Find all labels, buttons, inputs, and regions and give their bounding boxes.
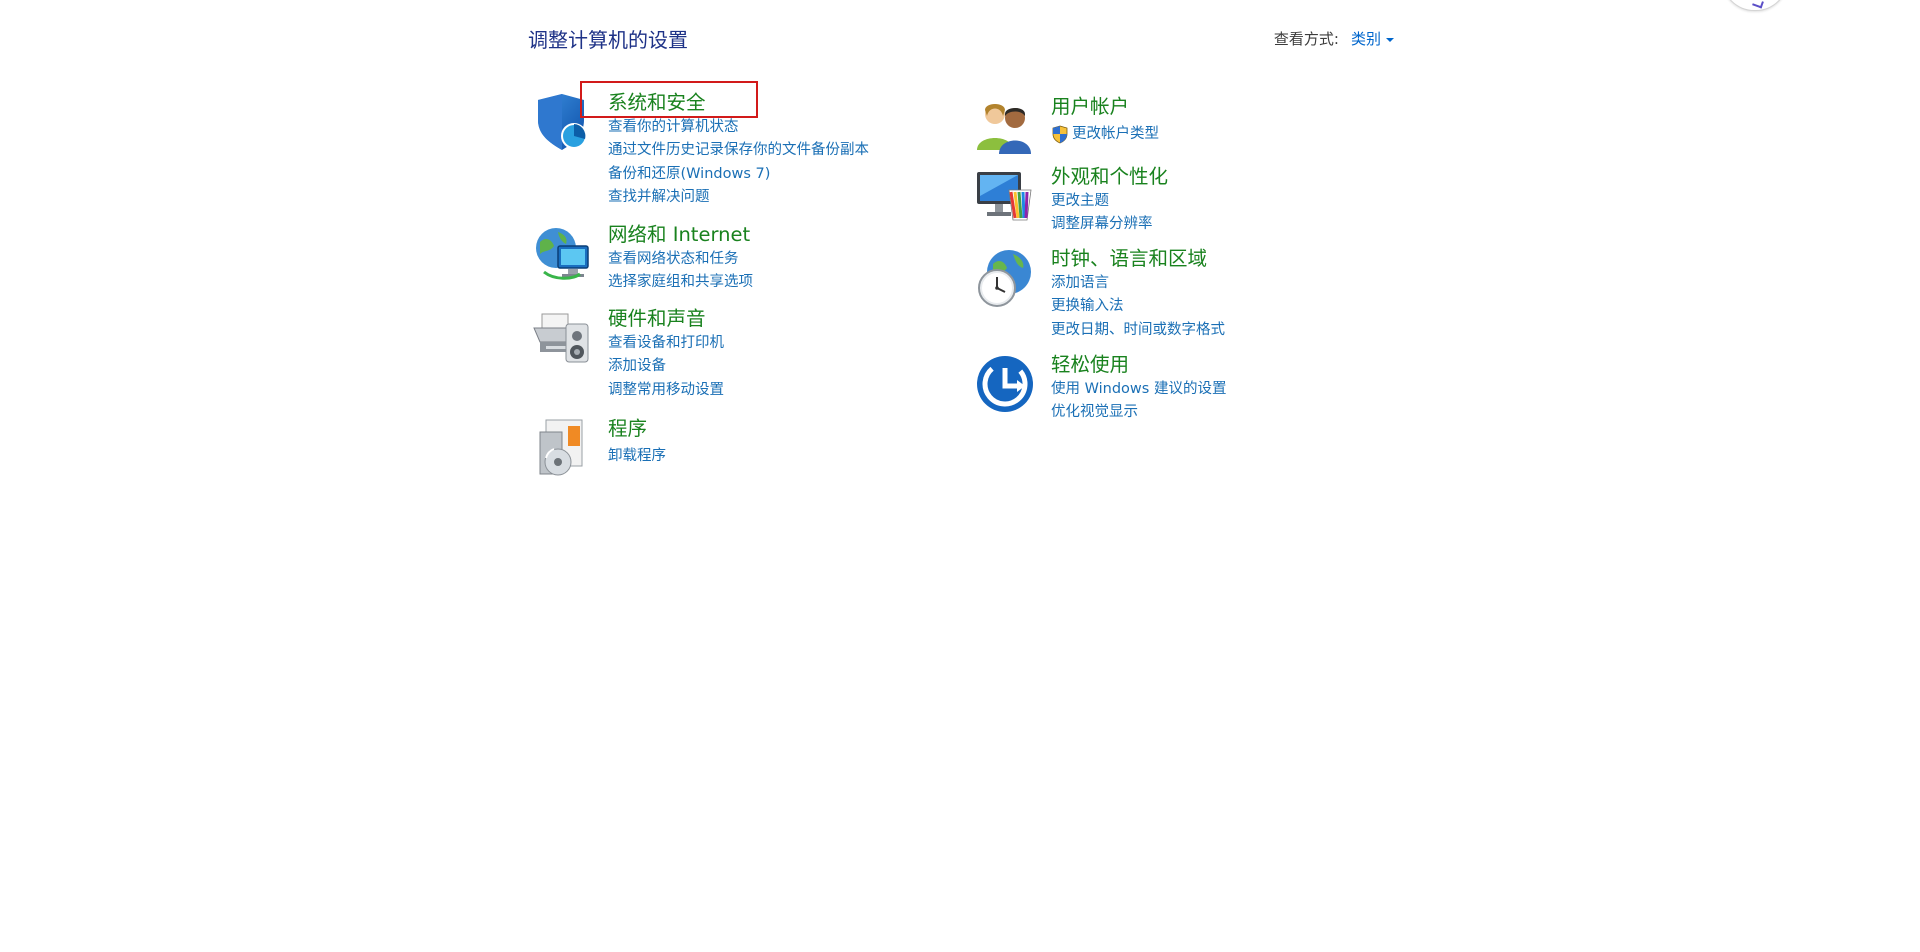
link-homegroup-sharing[interactable]: 选择家庭组和共享选项 [608,271,753,294]
link-add-language[interactable]: 添加语言 [1051,272,1225,295]
link-troubleshoot[interactable]: 查找并解决问题 [608,186,869,209]
view-by-dropdown[interactable]: 类别 [1351,28,1394,49]
link-network-status[interactable]: 查看网络状态和任务 [608,248,753,271]
view-by-value[interactable]: 类别 [1351,28,1381,49]
link-change-date-time-format[interactable]: 更改日期、时间或数字格式 [1051,319,1225,342]
link-windows-suggested-settings[interactable]: 使用 Windows 建议的设置 [1051,378,1226,401]
link-change-account-type-label[interactable]: 更改帐户类型 [1072,123,1159,146]
user-accounts-icon[interactable] [975,96,1035,156]
link-backup-restore-win7[interactable]: 备份和还原(Windows 7) [608,163,869,186]
printer-speaker-icon[interactable] [532,308,592,368]
link-mobility-settings[interactable]: 调整常用移动设置 [608,379,724,402]
system-security-shield-icon[interactable] [532,92,592,152]
category-title-appearance[interactable]: 外观和个性化 [1051,164,1168,190]
view-by-label: 查看方式: [1273,30,1339,48]
chevron-down-icon [1386,37,1394,42]
link-add-device[interactable]: 添加设备 [608,355,724,378]
category-title-ease-of-access[interactable]: 轻松使用 [1051,352,1226,378]
category-title-network-internet[interactable]: 网络和 Internet [608,222,753,248]
uac-shield-icon [1051,125,1069,144]
page-title: 调整计算机的设置 [528,28,688,52]
category-title-user-accounts[interactable]: 用户帐户 [1051,94,1159,120]
ease-of-access-icon[interactable] [975,354,1035,414]
floating-assistant-button[interactable] [1722,0,1788,11]
category-title-hardware-sound[interactable]: 硬件和声音 [608,306,724,332]
link-screen-resolution[interactable]: 调整屏幕分辨率 [1051,213,1168,236]
category-title-clock-language-region[interactable]: 时钟、语言和区域 [1051,246,1225,272]
link-uninstall-program[interactable]: 卸载程序 [608,445,666,468]
link-change-input-method[interactable]: 更换输入法 [1051,295,1225,318]
control-panel-page: 调整计算机的设置 查看方式: 类别 系统和安全 查看你的计算机状态 通过文件历史… [0,0,1920,952]
view-by-control: 查看方式: 类别 [1274,28,1394,49]
link-file-history-backup[interactable]: 通过文件历史记录保存你的文件备份副本 [608,139,869,162]
network-globe-icon[interactable] [532,224,592,284]
appearance-monitor-icon[interactable] [975,166,1035,226]
link-devices-printers[interactable]: 查看设备和打印机 [608,332,724,355]
category-title-programs[interactable]: 程序 [608,416,666,442]
programs-disc-icon[interactable] [532,418,592,478]
link-change-account-type[interactable]: 更改帐户类型 [1051,123,1159,146]
category-title-system-security[interactable]: 系统和安全 [608,90,869,116]
link-view-computer-status[interactable]: 查看你的计算机状态 [608,116,869,139]
link-optimize-visual-display[interactable]: 优化视觉显示 [1051,401,1226,424]
link-change-theme[interactable]: 更改主题 [1051,190,1168,213]
clock-globe-icon[interactable] [975,248,1035,308]
